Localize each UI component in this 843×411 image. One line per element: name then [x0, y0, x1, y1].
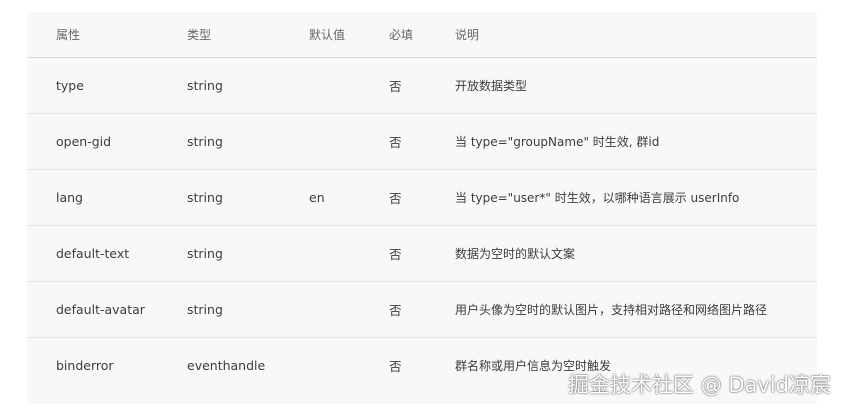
cell-required: 否	[360, 225, 426, 282]
cell-description: 开放数据类型	[426, 57, 817, 114]
cell-attribute: lang	[27, 169, 158, 226]
cell-description: 用户头像为空时的默认图片，支持相对路径和网络图片路径	[426, 281, 817, 338]
cell-description: 当 type="groupName" 时生效, 群id	[426, 113, 817, 170]
cell-required: 否	[360, 169, 426, 226]
cell-type: string	[158, 225, 280, 282]
attribute-table-panel: 属性 类型 默认值 必填 说明 type string 否 开放数据类型 ope…	[27, 12, 817, 404]
header-type: 类型	[158, 12, 280, 58]
cell-attribute: default-avatar	[27, 281, 158, 338]
table-row: type string 否 开放数据类型	[27, 57, 817, 114]
cell-required: 否	[360, 57, 426, 114]
cell-attribute: type	[27, 57, 158, 114]
cell-attribute: binderror	[56, 358, 114, 373]
cell-attribute: default-text	[27, 225, 158, 282]
table-row: default-avatar string 否 用户头像为空时的默认图片，支持相…	[27, 281, 817, 338]
cell-type: string	[158, 113, 280, 170]
cell-description: 数据为空时的默认文案	[426, 225, 817, 282]
cell-required: 否	[360, 281, 426, 338]
table-header-row: 属性 类型 默认值 必填 说明	[27, 12, 817, 58]
cell-default	[280, 281, 360, 338]
header-description: 说明	[426, 12, 817, 58]
cell-type: eventhandle	[187, 358, 266, 373]
cell-default	[280, 338, 360, 394]
cell-type: string	[158, 169, 280, 226]
header-required: 必填	[360, 12, 426, 58]
cell-default: en	[280, 169, 360, 226]
table-row: open-gid string 否 当 type="groupName" 时生效…	[27, 113, 817, 170]
cell-attribute: open-gid	[27, 113, 158, 170]
watermark-text: 掘金技术社区 @ David凉宸	[568, 373, 831, 397]
cell-type: string	[158, 57, 280, 114]
header-default: 默认值	[280, 12, 360, 58]
page: 属性 类型 默认值 必填 说明 type string 否 开放数据类型 ope…	[0, 0, 843, 411]
cell-default	[280, 57, 360, 114]
cell-required: 否	[389, 359, 402, 374]
cell-default	[280, 225, 360, 282]
cell-required: 否	[360, 113, 426, 170]
cell-description: 当 type="user*" 时生效，以哪种语言展示 userInfo	[426, 169, 817, 226]
table-row: default-text string 否 数据为空时的默认文案	[27, 225, 817, 282]
cell-type: string	[158, 281, 280, 338]
cell-default	[280, 113, 360, 170]
table-row: lang string en 否 当 type="user*" 时生效，以哪种语…	[27, 169, 817, 226]
attribute-table: 属性 类型 默认值 必填 说明 type string 否 开放数据类型 ope…	[27, 12, 817, 393]
header-attribute: 属性	[27, 12, 158, 58]
